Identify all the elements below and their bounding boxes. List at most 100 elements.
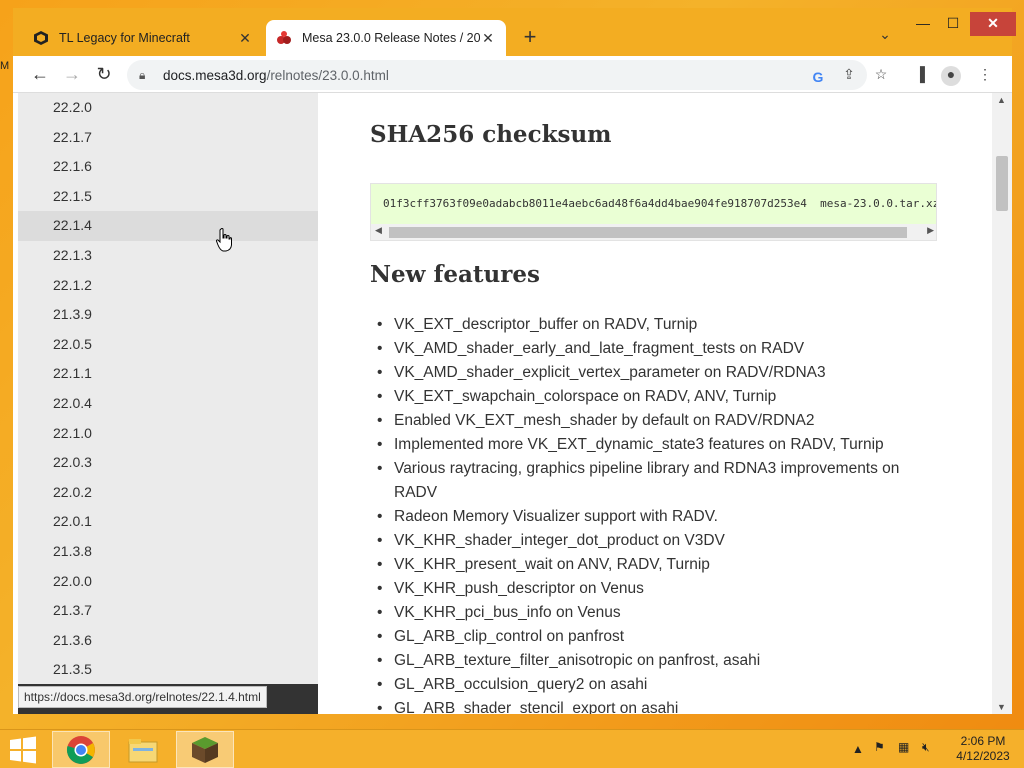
taskbar: ▲ ⚑ ▦ 🔇︎ 2:06 PM 4/12/2023 <box>0 729 1024 768</box>
sidebar-release-link[interactable]: 21.3.7 <box>18 596 318 626</box>
lock-icon: 🔒︎ <box>139 67 146 82</box>
browser-window: TL Legacy for Minecraft ✕ Mesa 23.0.0 Re… <box>13 8 1016 714</box>
share-icon[interactable]: ⇪ <box>839 66 859 86</box>
tab-close-icon[interactable]: ✕ <box>480 30 496 47</box>
feature-list-item: Implemented more VK_EXT_dynamic_state3 f… <box>370 433 930 457</box>
minecraft-taskbar-button[interactable] <box>176 731 234 768</box>
feature-list-item: VK_EXT_swapchain_colorspace on RADV, ANV… <box>370 385 930 409</box>
menu-kebab-icon[interactable]: ⋮ <box>975 66 995 86</box>
feature-list-item: VK_KHR_shader_integer_dot_product on V3D… <box>370 529 930 553</box>
chrome-icon <box>66 735 95 764</box>
scroll-left-arrow-icon[interactable]: ◀ <box>375 225 382 236</box>
side-panel-icon[interactable]: ▐ <box>910 66 930 86</box>
checksum-line: 01f3cff3763f09e0adabcb8011e4aebc6ad48f6a… <box>383 197 937 210</box>
feature-list-item: Enabled VK_EXT_mesh_shader by default on… <box>370 409 930 433</box>
sidebar-release-link[interactable]: 22.0.1 <box>18 507 318 537</box>
sidebar-release-link[interactable]: 21.3.8 <box>18 537 318 567</box>
feature-list-item: VK_AMD_shader_early_and_late_fragment_te… <box>370 337 930 361</box>
taskbar-clock[interactable]: 2:06 PM 4/12/2023 <box>948 734 1018 764</box>
hand-pointer-cursor-icon <box>216 228 232 252</box>
sidebar-release-link[interactable]: 22.0.5 <box>18 330 318 360</box>
profile-avatar-icon[interactable]: ● <box>941 66 961 86</box>
address-domain: docs.mesa3d.org <box>163 67 267 83</box>
scroll-right-arrow-icon[interactable]: ▶ <box>927 225 934 236</box>
feature-list-item: VK_KHR_pci_bus_info on Venus <box>370 601 930 625</box>
google-lens-icon[interactable]: G <box>808 69 828 89</box>
chrome-taskbar-button[interactable] <box>52 731 110 768</box>
show-hidden-icons-chevron-icon[interactable]: ▲ <box>852 742 864 768</box>
sidebar-release-link[interactable]: 22.1.5 <box>18 182 318 212</box>
page-content: 22.2.0 22.1.7 22.1.6 22.1.5 22.1.4 22.1.3 22.1… <box>13 93 1012 714</box>
sidebar-release-link[interactable]: 22.1.3 <box>18 241 318 271</box>
sidebar-release-link[interactable]: 22.0.0 <box>18 567 318 597</box>
sidebar-release-link[interactable]: 22.1.4 <box>18 211 318 241</box>
sidebar-release-link[interactable]: 21.3.6 <box>18 626 318 656</box>
file-explorer-taskbar-button[interactable] <box>114 731 172 768</box>
bookmark-star-icon[interactable]: ☆ <box>871 66 891 86</box>
feature-list-item: VK_KHR_present_wait on ANV, RADV, Turnip <box>370 553 930 577</box>
status-bar-area: https://docs.mesa3d.org/relnotes/22.1.4.… <box>18 684 318 714</box>
volume-muted-icon[interactable]: 🔇︎ <box>922 740 930 768</box>
feature-list-item: VK_EXT_descriptor_buffer on RADV, Turnip <box>370 313 930 337</box>
reload-icon[interactable]: ↻ <box>91 62 117 88</box>
windows-start-icon[interactable] <box>8 735 38 765</box>
close-window-button[interactable]: ✕ <box>970 12 1016 36</box>
tab-title: Mesa 23.0.0 Release Notes / 202 <box>302 31 480 45</box>
page-vertical-scrollbar[interactable]: ▲ ▼ <box>992 93 1012 714</box>
sidebar-release-link[interactable]: 22.0.4 <box>18 389 318 419</box>
features-heading: New features <box>370 261 540 288</box>
scroll-down-arrow-icon[interactable]: ▼ <box>997 702 1006 712</box>
checksum-code-block: 01f3cff3763f09e0adabcb8011e4aebc6ad48f6a… <box>370 183 937 241</box>
forward-arrow-icon[interactable]: → <box>59 62 85 88</box>
sidebar-release-link[interactable]: 22.1.7 <box>18 123 318 153</box>
checksum-heading: SHA256 checksum <box>370 121 612 148</box>
tab-strip: TL Legacy for Minecraft ✕ Mesa 23.0.0 Re… <box>13 8 1016 56</box>
sidebar-release-link[interactable]: 21.3.9 <box>18 300 318 330</box>
mesa-logo-icon <box>276 30 292 46</box>
sidebar-release-link[interactable]: 22.1.1 <box>18 359 318 389</box>
tab-mesa-release-notes[interactable]: Mesa 23.0.0 Release Notes / 202 ✕ <box>266 20 506 56</box>
sidebar-release-link[interactable]: 22.1.6 <box>18 152 318 182</box>
feature-list-item: GL_ARB_clip_control on panfrost <box>370 625 930 649</box>
desktop-edge-text: M <box>0 60 10 72</box>
status-url: https://docs.mesa3d.org/relnotes/22.1.4.… <box>18 686 267 708</box>
tab-search-chevron-icon[interactable]: ⌄ <box>873 26 897 50</box>
action-center-flag-icon[interactable]: ⚑ <box>874 740 885 768</box>
address-path: /relnotes/23.0.0.html <box>266 67 389 83</box>
feature-list-item: GL_ARB_occulsion_query2 on asahi <box>370 673 930 697</box>
feature-list-item: VK_KHR_push_descriptor on Venus <box>370 577 930 601</box>
sidebar-release-link[interactable]: 22.2.0 <box>18 93 318 123</box>
sidebar-release-link[interactable]: 22.1.2 <box>18 271 318 301</box>
tab-title: TL Legacy for Minecraft <box>59 31 190 45</box>
browser-toolbar: ← → ↻ 🔒︎ docs.mesa3d.org/relnotes/23.0.0… <box>13 56 1012 93</box>
network-icon[interactable]: ▦ <box>898 740 909 768</box>
sidebar-release-link[interactable]: 22.1.0 <box>18 419 318 449</box>
feature-list-item: GL_ARB_texture_filter_anisotropic on pan… <box>370 649 930 673</box>
scroll-up-arrow-icon[interactable]: ▲ <box>997 95 1006 105</box>
feature-list-item: Various raytracing, graphics pipeline li… <box>370 457 930 505</box>
minimize-button[interactable]: — <box>908 12 938 36</box>
tab-close-icon[interactable]: ✕ <box>237 30 253 47</box>
maximize-button[interactable]: ☐ <box>938 12 968 36</box>
address-bar[interactable]: 🔒︎ docs.mesa3d.org/relnotes/23.0.0.html <box>127 60 867 90</box>
features-list: VK_EXT_descriptor_buffer on RADV, Turnip… <box>370 313 930 714</box>
scroll-thumb[interactable] <box>389 227 907 238</box>
new-tab-button[interactable]: + <box>516 24 544 52</box>
scroll-thumb[interactable] <box>996 156 1008 211</box>
feature-list-item: GL_ARB_shader_stencil_export on asahi <box>370 697 930 714</box>
sidebar-release-link[interactable]: 22.0.3 <box>18 448 318 478</box>
clock-time: 2:06 PM <box>960 734 1006 748</box>
feature-list-item: Radeon Memory Visualizer support with RA… <box>370 505 930 529</box>
minecraft-grass-block-icon <box>192 736 218 763</box>
minecraft-cube-icon <box>33 30 49 46</box>
main-article: SHA256 checksum 01f3cff3763f09e0adabcb80… <box>318 93 992 714</box>
sidebar-release-link[interactable]: 22.0.2 <box>18 478 318 508</box>
tab-tl-legacy[interactable]: TL Legacy for Minecraft ✕ <box>23 20 263 56</box>
back-arrow-icon[interactable]: ← <box>27 62 53 88</box>
sidebar-release-link[interactable]: 21.3.5 <box>18 655 318 685</box>
code-horizontal-scrollbar[interactable]: ◀ ▶ <box>371 224 936 240</box>
feature-list-item: VK_AMD_shader_explicit_vertex_parameter … <box>370 361 930 385</box>
folder-icon <box>128 738 158 762</box>
clock-date: 4/12/2023 <box>956 749 1010 763</box>
release-sidebar: 22.2.0 22.1.7 22.1.6 22.1.5 22.1.4 22.1.3 22.1… <box>18 93 318 714</box>
